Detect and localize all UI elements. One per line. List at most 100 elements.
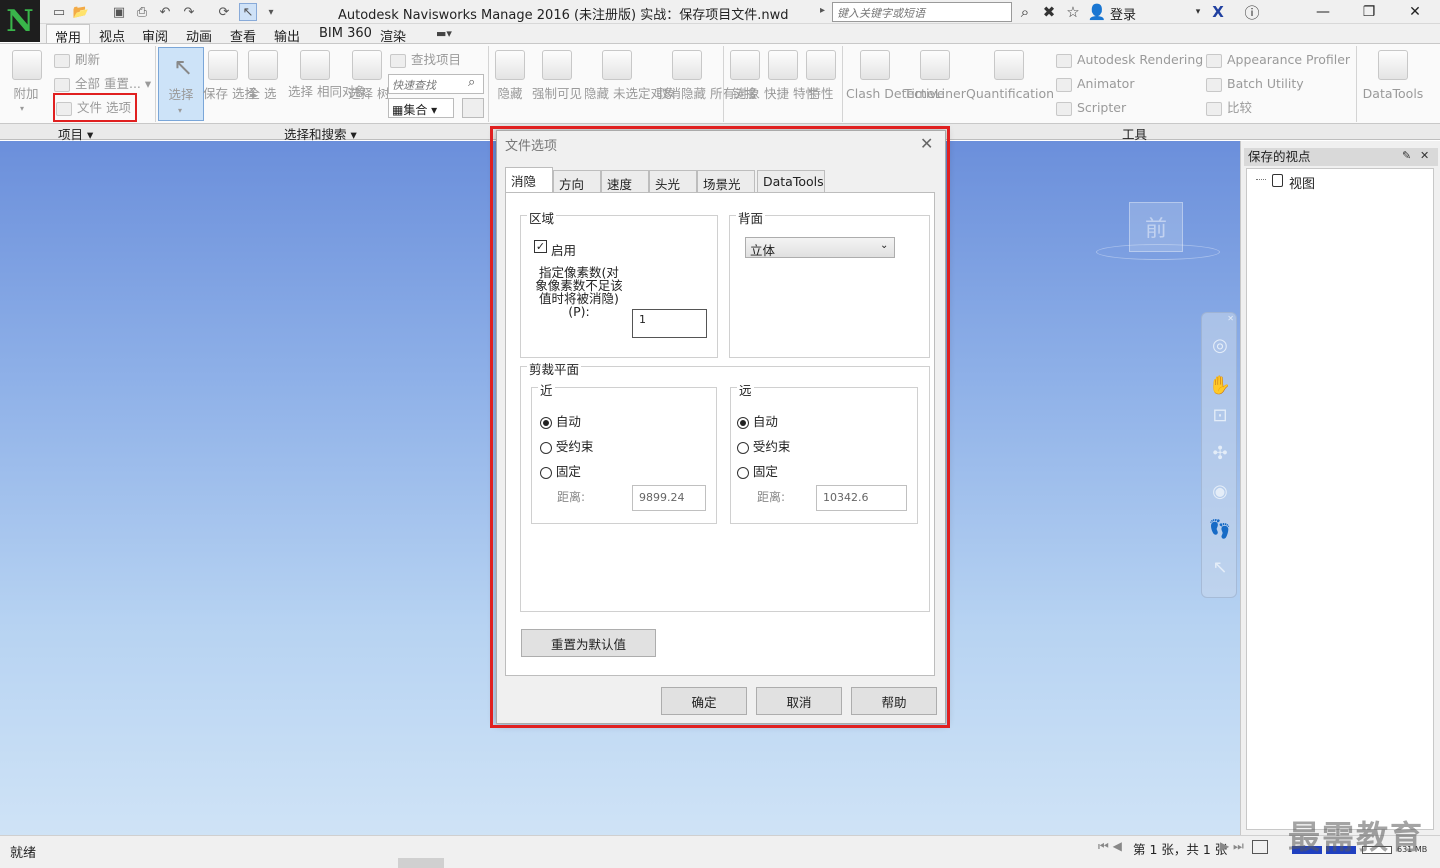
tab-overflow-icon[interactable]: ▬▾ (436, 27, 452, 40)
ribbon-separator (155, 46, 156, 122)
tab-animation[interactable]: 动画 (178, 24, 220, 45)
open-file-icon[interactable]: 📂 (72, 3, 90, 21)
unhide-all-button[interactable]: 取消隐藏 所有对象 (656, 86, 760, 101)
print-icon[interactable]: ⎙ (133, 3, 151, 21)
application-menu-button[interactable]: N (0, 0, 40, 42)
hide-button[interactable]: 隐藏 (490, 86, 530, 102)
datatools-icon (1378, 50, 1408, 80)
look-around-icon[interactable]: ◉ (1208, 479, 1232, 503)
tab-home[interactable]: 常用 (46, 24, 91, 46)
orbit-icon[interactable]: ✣ (1208, 441, 1232, 465)
steeringwheel-icon[interactable]: ◎ (1208, 333, 1232, 357)
exchange-icon[interactable]: X (1208, 3, 1228, 21)
datatools-button[interactable]: DataTools (1358, 86, 1428, 102)
sheet-page-info: 第 1 张，共 1 张 (1133, 842, 1228, 857)
clash-detective-icon (860, 50, 890, 80)
manage-sets-icon[interactable] (462, 98, 484, 118)
batch-utility-button[interactable]: Batch Utility (1206, 76, 1304, 92)
favorites-star-icon[interactable]: ☆ (1064, 3, 1082, 21)
save-selection-icon (208, 50, 238, 80)
maximize-button[interactable]: ❐ (1346, 0, 1392, 24)
customize-qat-icon[interactable]: ▾ (262, 3, 280, 21)
tab-viewpoint[interactable]: 视点 (91, 24, 133, 45)
login-button[interactable]: 登录 (1110, 4, 1136, 23)
scripter-button[interactable]: Scripter (1056, 100, 1126, 116)
help-icon[interactable]: ⓘ (1242, 3, 1262, 22)
tab-bim360[interactable]: BIM 360 (311, 24, 380, 44)
viewcube-front-face[interactable]: 前 (1129, 202, 1183, 252)
reset-icon (54, 77, 70, 92)
tab-review[interactable]: 审阅 (134, 24, 176, 45)
sets-label: 集合 (403, 103, 428, 117)
sheet-browser-icon[interactable] (1252, 840, 1268, 854)
communication-icon[interactable]: ✖ (1040, 3, 1058, 21)
appearance-profiler-label: Appearance Profiler (1227, 52, 1351, 67)
next-sheet-icon[interactable]: ▶ ⏭ (1220, 839, 1244, 854)
navbar-close-icon[interactable]: ✕ (1227, 314, 1234, 323)
find-items-button[interactable]: 查找项目 (390, 52, 461, 68)
dialog-highlight-box (490, 126, 950, 728)
login-dropdown-icon[interactable]: ▾ (1192, 3, 1204, 21)
appearance-profiler-button[interactable]: Appearance Profiler (1206, 52, 1350, 68)
quantification-button[interactable]: Quantification (966, 86, 1054, 102)
pan-icon[interactable]: ✋ (1208, 373, 1232, 397)
select-same-button[interactable]: 选择 相同对象 (288, 84, 367, 100)
autodesk-rendering-button[interactable]: Autodesk Rendering (1056, 52, 1203, 68)
timeliner-icon (920, 50, 950, 80)
compare-label: 比较 (1227, 100, 1253, 115)
walk-icon[interactable]: 👣 (1208, 517, 1232, 541)
append-dropdown-icon[interactable]: ▾ (20, 101, 24, 117)
viewcube[interactable]: 前 (1124, 199, 1188, 255)
sets-dropdown[interactable]: ▦集合 ▾ (388, 98, 454, 118)
refresh-icon (54, 53, 70, 68)
select-tool-icon[interactable]: ↖ (1208, 555, 1232, 579)
reset-all-button[interactable]: 全部 重置... ▾ (54, 76, 151, 92)
search-expand-icon[interactable]: ▸ (820, 5, 825, 16)
tree-item-view[interactable]: 视图 (1289, 173, 1315, 192)
user-icon[interactable]: 👤 (1088, 3, 1107, 21)
select-button[interactable]: ↖ 选择 ▾ (158, 47, 204, 121)
tab-render[interactable]: 渲染 (372, 24, 414, 45)
refresh-button[interactable]: 刷新 (54, 52, 100, 68)
navisworks-logo-icon: N (6, 3, 34, 39)
links-button[interactable]: 链接 (726, 86, 764, 102)
timeliner-button[interactable]: TimeLiner (904, 86, 966, 102)
require-icon (542, 50, 572, 80)
select-label: 选择 (168, 87, 194, 102)
batch-utility-icon (1206, 77, 1222, 92)
scripter-icon (1056, 101, 1072, 116)
hide-unselected-button[interactable]: 隐藏 未选定对象 (584, 86, 675, 101)
save-icon[interactable]: ▣ (110, 3, 128, 21)
animator-button[interactable]: Animator (1056, 76, 1134, 92)
select-cursor-icon[interactable]: ↖ (239, 3, 257, 21)
horizontal-scrollbar[interactable] (398, 858, 444, 868)
reset-all-label: 全部 重置... (75, 76, 141, 91)
require-button[interactable]: 强制可见 (528, 86, 586, 102)
compare-button[interactable]: 比较 (1206, 100, 1252, 116)
ribbon-separator (1356, 46, 1357, 122)
selection-tree-button[interactable]: 选择 树 (348, 86, 389, 102)
panel-close-icon[interactable]: ✕ (1420, 149, 1429, 162)
undo-icon[interactable]: ↶ (156, 3, 174, 21)
tab-output[interactable]: 输出 (266, 24, 308, 45)
select-all-button[interactable]: 全 选 (244, 86, 280, 102)
unhide-all-icon (672, 50, 702, 80)
tab-view[interactable]: 查看 (222, 24, 264, 45)
redo-icon[interactable]: ↷ (180, 3, 198, 21)
pin-icon[interactable]: ✎ (1402, 149, 1411, 162)
clash-detective-button[interactable]: Clash Detective (846, 86, 945, 102)
first-sheet-icon[interactable]: ⏮ ◀ (1098, 839, 1122, 854)
quick-properties-button[interactable]: 快捷 特性 (764, 86, 818, 102)
close-window-button[interactable]: ✕ (1392, 0, 1438, 24)
minimize-button[interactable]: — (1300, 0, 1346, 24)
search-input[interactable]: 键入关键字或短语 (832, 2, 1012, 22)
append-button[interactable]: 附加 (6, 86, 46, 102)
select-all-icon (248, 50, 278, 80)
refresh-icon[interactable]: ⟳ (215, 3, 233, 21)
quick-find-search-icon[interactable]: ⌕ (468, 75, 475, 90)
new-file-icon[interactable]: ▭ (50, 3, 68, 21)
zoom-window-icon[interactable]: ⊡ (1208, 403, 1232, 427)
properties-button[interactable]: 特性 (802, 86, 840, 102)
binoculars-icon[interactable]: ⌕ (1016, 3, 1034, 21)
save-selection-button[interactable]: 保存 选择 (203, 86, 257, 102)
